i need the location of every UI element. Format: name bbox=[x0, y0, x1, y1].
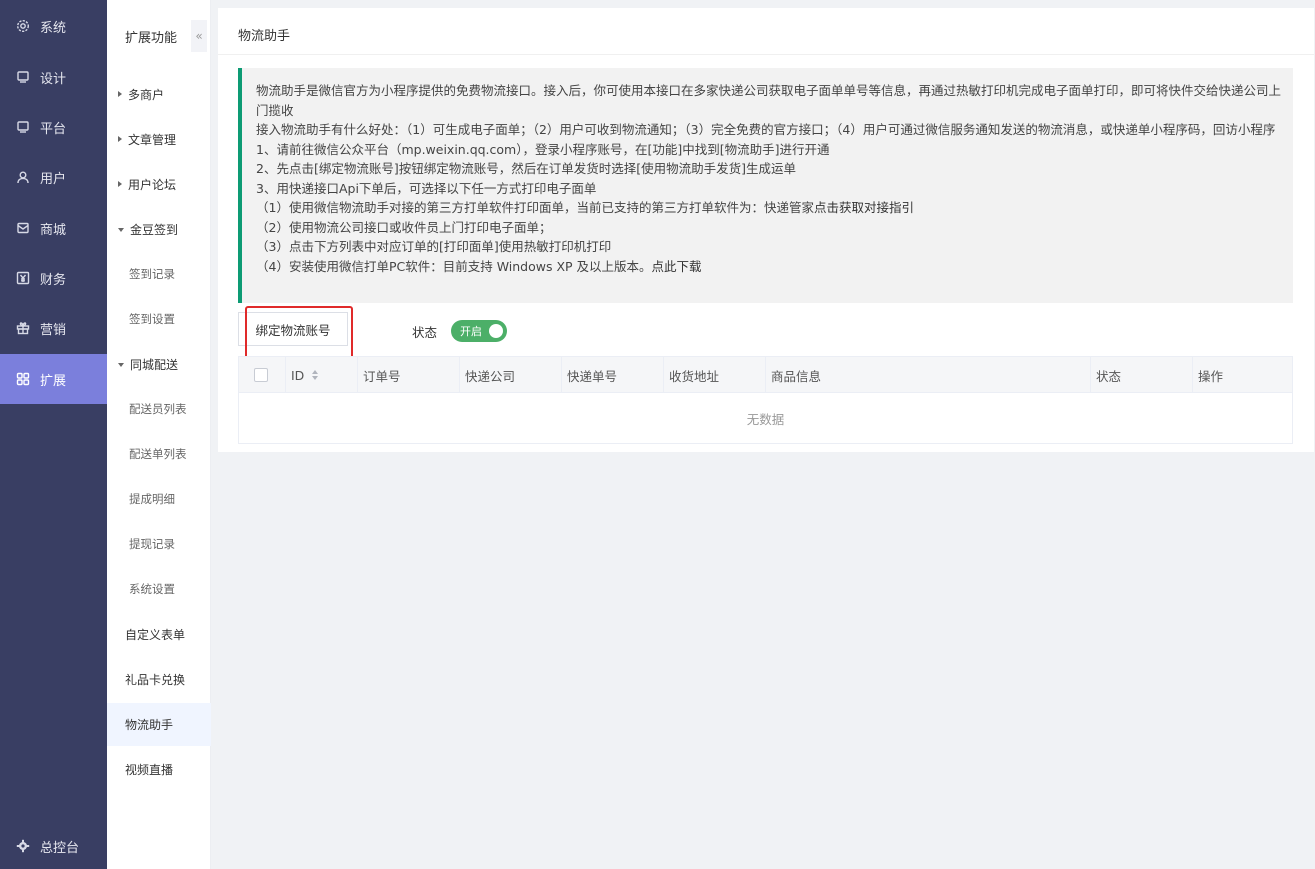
nav-item-user[interactable]: 用户 bbox=[0, 152, 107, 202]
notice-line: 2、先点击[绑定物流账号]按钮绑定物流账号，然后在订单发货时选择[使用物流助手发… bbox=[256, 161, 796, 176]
submenu-item-label: 同城配送 bbox=[130, 357, 179, 372]
submenu-item-logistics[interactable]: 物流助手 bbox=[107, 703, 211, 746]
notice-line: （2）使用物流公司接口或收件员上门打印电子面单； bbox=[256, 219, 552, 235]
notice-line: （4）安装使用微信打单PC软件：目前支持 Windows XP 及以上版本。点此… bbox=[256, 257, 1281, 277]
nav-item-console[interactable]: 总控台 bbox=[0, 823, 107, 869]
gift-icon bbox=[16, 321, 30, 335]
status-label: 状态 bbox=[412, 325, 438, 340]
submenu-item-couriers[interactable]: 配送员列表 bbox=[107, 389, 211, 429]
submenu-item-commission[interactable]: 提成明细 bbox=[107, 479, 211, 519]
caret-down-icon bbox=[118, 227, 124, 232]
divider bbox=[218, 54, 1314, 55]
collapse-icon[interactable]: « bbox=[191, 20, 207, 52]
user-icon bbox=[16, 170, 30, 184]
notice-line: 物流助手是微信官方为小程序提供的免费物流接口。接入后，你可使用本接口在多家快递公… bbox=[256, 83, 1282, 118]
column-header-address: 收货地址 bbox=[663, 357, 765, 393]
table-header: ID 订单号 快递公司 快递单号 收货地址 商品信息 状态 操作 bbox=[239, 357, 1292, 393]
nav-item-label: 总控台 bbox=[40, 840, 80, 856]
nav-item-label: 用户 bbox=[40, 171, 67, 187]
notice-line: 1、请前往微信公众平台（mp.weixin.qq.com），登录小程序账号，在[… bbox=[256, 141, 830, 157]
mail-icon bbox=[16, 221, 30, 235]
nav-item-platform[interactable]: 平台 bbox=[0, 102, 107, 152]
empty-state: 无数据 bbox=[746, 411, 785, 427]
monitor-icon bbox=[16, 120, 30, 134]
submenu-item-label: 多商户 bbox=[128, 87, 165, 102]
submenu-item-articles[interactable]: 文章管理 bbox=[107, 119, 211, 159]
submenu-item-label: 金豆签到 bbox=[130, 222, 179, 237]
notice-line: 接入物流助手有什么好处：（1）可生成电子面单；（2）用户可收到物流通知；（3）完… bbox=[256, 122, 1276, 137]
submenu: 扩展功能 « 多商户 文章管理 用户论坛 金豆签到 签到记录 签到设置 同城配送… bbox=[107, 0, 211, 869]
submenu-item-system-settings[interactable]: 系统设置 bbox=[107, 569, 211, 609]
caret-right-icon bbox=[118, 181, 122, 187]
main-content: 物流助手 物流助手是微信官方为小程序提供的免费物流接口。接入后，你可使用本接口在… bbox=[218, 8, 1314, 452]
gear-icon bbox=[16, 19, 30, 33]
column-header-id[interactable]: ID bbox=[285, 357, 357, 393]
submenu-item-custom-form[interactable]: 自定义表单 bbox=[107, 614, 211, 654]
gear-icon bbox=[16, 839, 30, 853]
submenu-item-checkin-settings[interactable]: 签到设置 bbox=[107, 299, 211, 339]
notice-text: （1）使用微信物流助手对接的第三方打单软件打印面单，当前已支持的第三方打单软件为… bbox=[256, 200, 814, 215]
nav-item-design[interactable]: 设计 bbox=[0, 52, 107, 102]
submenu-item-delivery[interactable]: 同城配送 bbox=[107, 344, 211, 384]
submenu-item-label: 文章管理 bbox=[128, 132, 177, 147]
nav-item-system[interactable]: 系统 bbox=[0, 1, 107, 51]
waybill-table: ID 订单号 快递公司 快递单号 收货地址 商品信息 状态 操作 无数据 bbox=[238, 356, 1293, 444]
bind-logistics-account-button[interactable]: 绑定物流账号 bbox=[238, 312, 348, 346]
submenu-title: 扩展功能 bbox=[125, 31, 178, 46]
monitor-icon bbox=[16, 70, 30, 84]
sort-icon[interactable] bbox=[312, 370, 319, 380]
submenu-item-label: 用户论坛 bbox=[128, 177, 177, 192]
notice-line: （3）点击下方列表中对应订单的[打印面单]使用热敏打印机打印 bbox=[256, 239, 612, 254]
integration-guide-link[interactable]: 点击获取对接指引 bbox=[814, 200, 914, 215]
yen-icon bbox=[16, 271, 30, 285]
status-toggle[interactable]: 开启 bbox=[451, 320, 507, 342]
column-header-status: 状态 bbox=[1090, 357, 1192, 393]
main-nav: 系统 设计 平台 用户 商城 财务 营销 扩展 总控台 bbox=[0, 0, 107, 869]
submenu-item-withdrawals[interactable]: 提现记录 bbox=[107, 524, 211, 564]
nav-item-label: 系统 bbox=[40, 20, 67, 36]
column-header-order-no: 订单号 bbox=[357, 357, 459, 393]
select-all-cell bbox=[239, 357, 285, 393]
notice-box: 物流助手是微信官方为小程序提供的免费物流接口。接入后，你可使用本接口在多家快递公… bbox=[238, 68, 1293, 303]
submenu-item-checkin[interactable]: 金豆签到 bbox=[107, 209, 211, 249]
nav-item-label: 财务 bbox=[40, 272, 67, 288]
nav-item-label: 扩展 bbox=[40, 373, 67, 389]
nav-item-marketing[interactable]: 营销 bbox=[0, 303, 107, 353]
toggle-knob bbox=[489, 324, 503, 338]
submenu-item-forum[interactable]: 用户论坛 bbox=[107, 164, 211, 204]
submenu-item-live[interactable]: 视频直播 bbox=[107, 749, 211, 789]
column-header-actions: 操作 bbox=[1192, 357, 1292, 393]
notice-line: 3、用快递接口Api下单后，可选择以下任一方式打印电子面单 bbox=[256, 180, 597, 196]
nav-item-mall[interactable]: 商城 bbox=[0, 203, 107, 253]
download-link[interactable]: 点此下载 bbox=[652, 259, 702, 274]
submenu-item-checkin-records[interactable]: 签到记录 bbox=[107, 254, 211, 294]
column-header-tracking-no: 快递单号 bbox=[561, 357, 663, 393]
submenu-item-delivery-orders[interactable]: 配送单列表 bbox=[107, 434, 211, 474]
nav-item-extension[interactable]: 扩展 bbox=[0, 354, 107, 404]
column-header-courier: 快递公司 bbox=[459, 357, 561, 393]
nav-item-label: 设计 bbox=[40, 71, 67, 87]
select-all-checkbox[interactable] bbox=[254, 368, 268, 382]
caret-right-icon bbox=[118, 136, 122, 142]
column-label: ID bbox=[291, 367, 305, 383]
caret-right-icon bbox=[118, 91, 122, 97]
notice-line: （1）使用微信物流助手对接的第三方打单软件打印面单，当前已支持的第三方打单软件为… bbox=[256, 198, 1281, 218]
nav-item-label: 营销 bbox=[40, 322, 67, 338]
caret-down-icon bbox=[118, 362, 124, 367]
nav-item-finance[interactable]: 财务 bbox=[0, 253, 107, 303]
submenu-item-gift-card[interactable]: 礼品卡兑换 bbox=[107, 659, 211, 699]
submenu-item-multi-merchant[interactable]: 多商户 bbox=[107, 74, 211, 114]
grid-icon bbox=[16, 372, 30, 386]
notice-text: （4）安装使用微信打单PC软件：目前支持 Windows XP 及以上版本。 bbox=[256, 258, 652, 274]
page-title: 物流助手 bbox=[238, 29, 291, 44]
column-header-goods: 商品信息 bbox=[765, 357, 1090, 393]
toggle-label: 开启 bbox=[460, 325, 482, 338]
nav-item-label: 平台 bbox=[40, 121, 67, 137]
nav-item-label: 商城 bbox=[40, 222, 67, 238]
